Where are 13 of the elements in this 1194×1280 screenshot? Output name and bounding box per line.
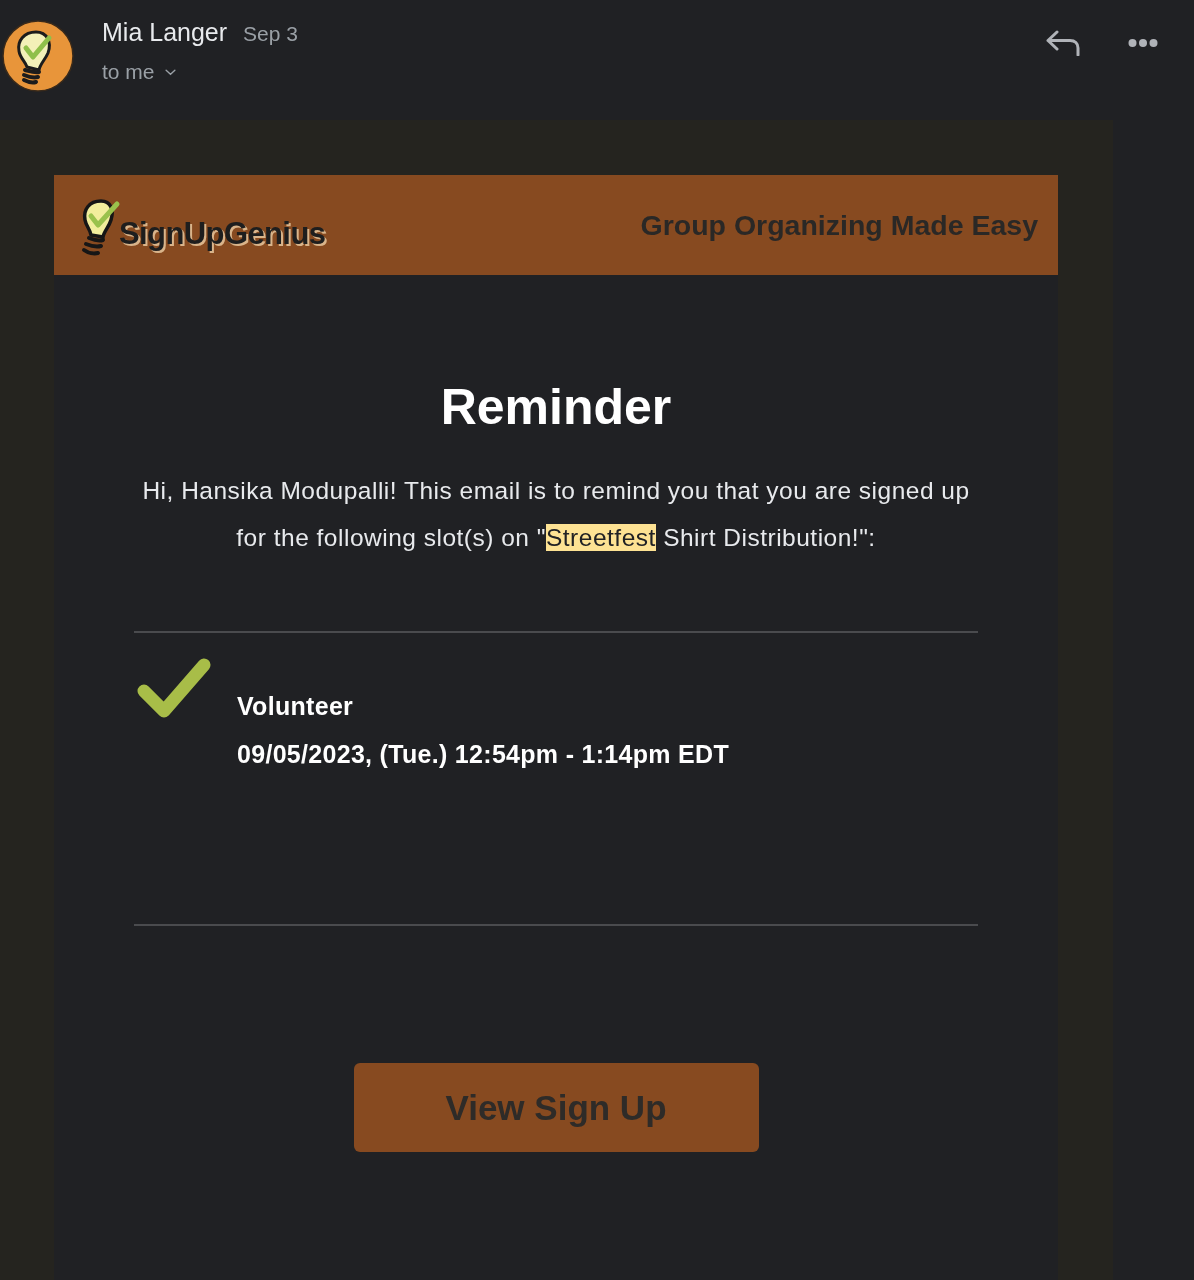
tagline: Group Organizing Made Easy (640, 208, 1038, 242)
sender-name: Mia Langer (102, 17, 228, 47)
checkmark-icon (136, 657, 212, 719)
reminder-message: Hi, Hansika Modupalli! This email is to remind you that you are signed up for the following slot(s) on "Streetfest Shirt Distribution!": (141, 476, 971, 553)
message-date: Sep 3 (243, 21, 298, 47)
reminder-title: Reminder (439, 379, 673, 435)
slot-time: 09/05/2023, (Tue.) 12:54pm - 1:14pm EDT (237, 739, 729, 770)
more-options-icon[interactable] (1128, 38, 1158, 48)
slot-role: Volunteer (237, 691, 355, 722)
chevron-down-icon (164, 68, 176, 76)
recipient-details-button[interactable]: to me (102, 59, 298, 85)
brand-name: SignUpGenius (119, 216, 326, 252)
reply-icon[interactable] (1046, 30, 1080, 56)
